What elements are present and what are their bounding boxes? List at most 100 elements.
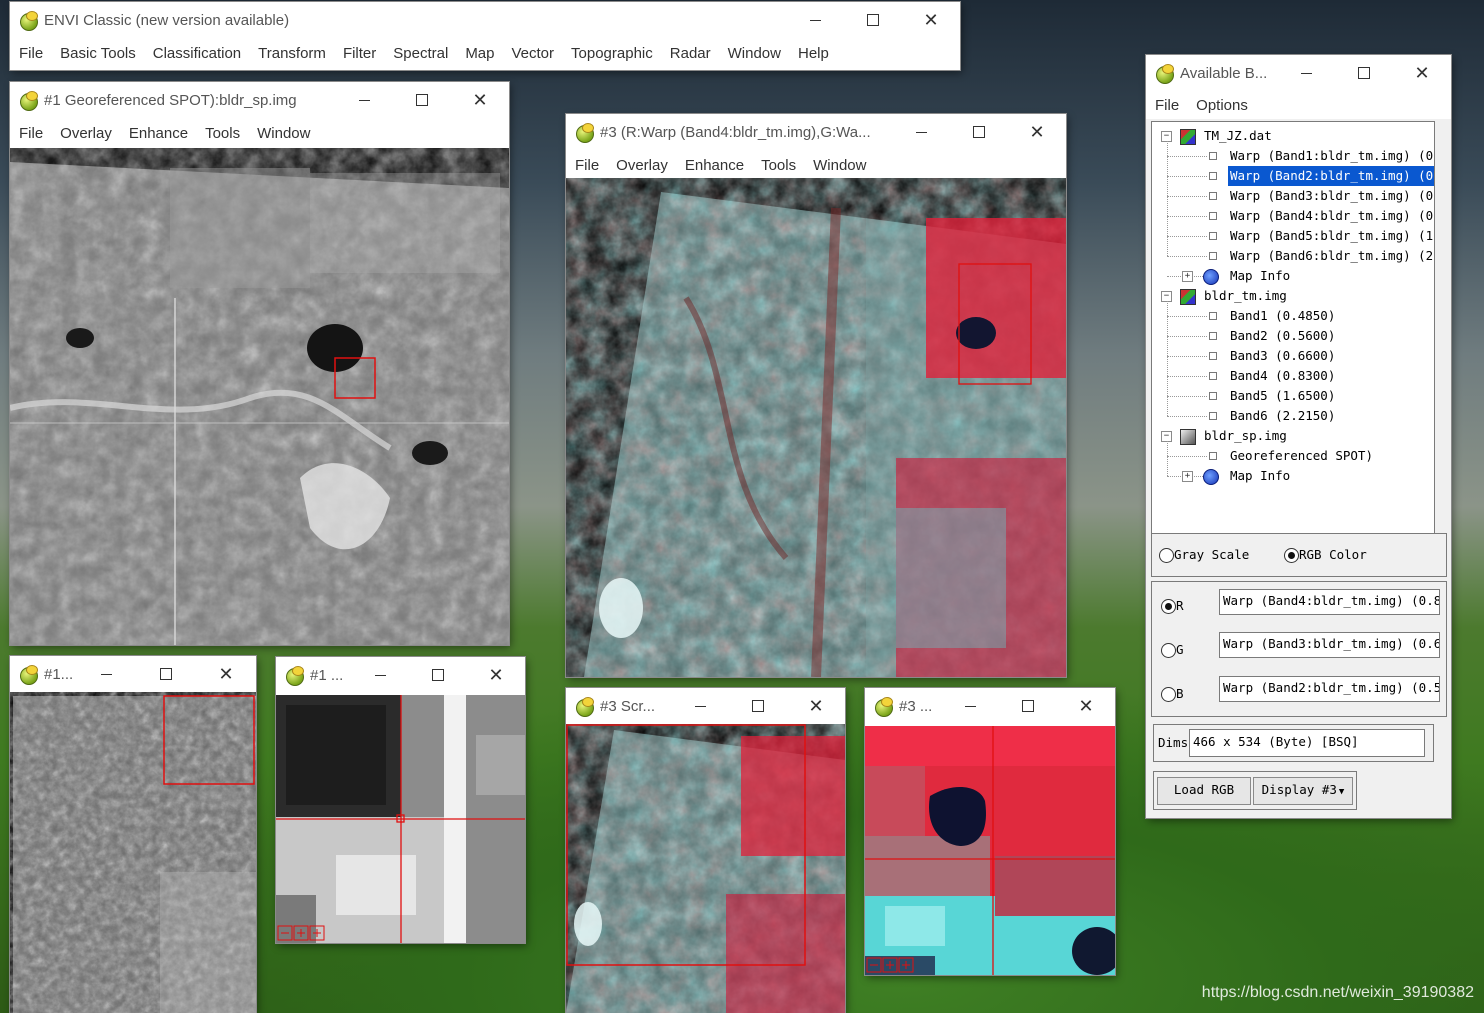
close-button[interactable]: ✕	[1393, 55, 1451, 91]
close-button[interactable]: ✕	[1008, 114, 1066, 150]
menu-overlay[interactable]: Overlay	[616, 157, 668, 174]
titlebar[interactable]: ENVI Classic (new version available) ✕	[10, 2, 960, 38]
maximize-button[interactable]	[1335, 55, 1393, 91]
zoom-viewport[interactable]	[865, 726, 1115, 975]
image-viewport[interactable]	[10, 148, 509, 645]
mode-group: Gray Scale RGB Color	[1151, 533, 1447, 577]
tree-band-item[interactable]: Band1 (0.4850)	[1152, 306, 1434, 326]
zoom-viewport[interactable]	[276, 695, 525, 943]
menu-enhance[interactable]: Enhance	[685, 157, 744, 174]
titlebar[interactable]: #1... ✕	[10, 656, 256, 692]
menu-window[interactable]: Window	[813, 157, 866, 174]
menu-window[interactable]: Window	[257, 125, 310, 142]
display1-image-window: #1 Georeferenced SPOT):bldr_sp.img ✕ Fil…	[10, 82, 509, 645]
tree-band-item[interactable]: Warp (Band4:bldr_tm.img) (0	[1152, 206, 1434, 226]
menu-tools[interactable]: Tools	[761, 157, 796, 174]
minimize-button[interactable]	[941, 688, 999, 724]
tree-band-item[interactable]: + Map Info	[1152, 466, 1434, 486]
menu-overlay[interactable]: Overlay	[60, 125, 112, 142]
band-tree[interactable]: ‹ › −TM_JZ.datWarp (Band1:bldr_tm.img) (…	[1151, 121, 1435, 567]
tree-band-item[interactable]: Band2 (0.5600)	[1152, 326, 1434, 346]
maximize-button[interactable]	[136, 656, 196, 692]
menu-options[interactable]: Options	[1196, 97, 1248, 114]
tree-node-label: TM_JZ.dat	[1204, 128, 1272, 143]
menu-transform[interactable]: Transform	[258, 45, 326, 62]
titlebar[interactable]: #1 ... ✕	[276, 657, 525, 693]
tree-band-item[interactable]: Georeferenced SPOT)	[1152, 446, 1434, 466]
minimize-button[interactable]	[76, 656, 136, 692]
close-button[interactable]: ✕	[902, 2, 960, 38]
tree-band-item[interactable]: Band5 (1.6500)	[1152, 386, 1434, 406]
load-rgb-button[interactable]: Load RGB	[1157, 777, 1251, 805]
menu-radar[interactable]: Radar	[670, 45, 711, 62]
menu-classification[interactable]: Classification	[153, 45, 241, 62]
expand-toggle-icon[interactable]: +	[1182, 471, 1193, 482]
r-radio[interactable]: R	[1161, 598, 1184, 614]
titlebar[interactable]: #1 Georeferenced SPOT):bldr_sp.img ✕	[10, 82, 509, 118]
menu-topographic[interactable]: Topographic	[571, 45, 653, 62]
close-button[interactable]: ✕	[1057, 688, 1115, 724]
maximize-button[interactable]	[409, 657, 467, 693]
maximize-button[interactable]	[393, 82, 451, 118]
menu-file[interactable]: File	[1155, 97, 1179, 114]
display-select-button[interactable]: Display #3 ▼	[1253, 777, 1353, 805]
titlebar[interactable]: #3 (R:Warp (Band4:bldr_tm.img),G:Wa... ✕	[566, 114, 1066, 150]
tree-band-item[interactable]: Warp (Band6:bldr_tm.img) (2	[1152, 246, 1434, 266]
window-title: #1...	[44, 665, 74, 683]
tree-band-item[interactable]: Warp (Band1:bldr_tm.img) (0	[1152, 146, 1434, 166]
titlebar[interactable]: #3 ... ✕	[865, 688, 1115, 724]
b-band-field[interactable]: Warp (Band2:bldr_tm.img) (0.5	[1219, 676, 1440, 702]
minimize-button[interactable]	[786, 2, 844, 38]
tree-band-item[interactable]: Band4 (0.8300)	[1152, 366, 1434, 386]
menu-vector[interactable]: Vector	[512, 45, 555, 62]
close-icon: ✕	[808, 696, 824, 716]
close-button[interactable]: ✕	[451, 82, 509, 118]
tree-band-item[interactable]: Warp (Band3:bldr_tm.img) (0	[1152, 186, 1434, 206]
r-band-field[interactable]: Warp (Band4:bldr_tm.img) (0.8	[1219, 589, 1440, 615]
expand-toggle-icon[interactable]: +	[1182, 271, 1193, 282]
tree-band-item[interactable]: Warp (Band2:bldr_tm.img) (0	[1152, 166, 1434, 186]
close-button[interactable]: ✕	[196, 656, 256, 692]
g-radio[interactable]: G	[1161, 642, 1184, 658]
menu-spectral[interactable]: Spectral	[393, 45, 448, 62]
close-button[interactable]: ✕	[467, 657, 525, 693]
tree-band-item[interactable]: Band3 (0.6600)	[1152, 346, 1434, 366]
titlebar[interactable]: #3 Scr... ✕	[566, 688, 845, 724]
menu-file[interactable]: File	[19, 45, 43, 62]
tree-band-item[interactable]: Warp (Band5:bldr_tm.img) (1	[1152, 226, 1434, 246]
menu-tools[interactable]: Tools	[205, 125, 240, 142]
menu-file[interactable]: File	[575, 157, 599, 174]
menu-help[interactable]: Help	[798, 45, 829, 62]
gray-scale-radio[interactable]: Gray Scale	[1159, 547, 1249, 563]
tree-band-item[interactable]: + Map Info	[1152, 266, 1434, 286]
maximize-icon	[752, 700, 764, 712]
tree-file-node[interactable]: − bldr_sp.img	[1152, 426, 1434, 446]
image-viewport[interactable]	[566, 178, 1066, 677]
minimize-button[interactable]	[892, 114, 950, 150]
maximize-button[interactable]	[999, 688, 1057, 724]
minimize-button[interactable]	[1277, 55, 1335, 91]
menu-file[interactable]: File	[19, 125, 43, 142]
tree-file-node[interactable]: − bldr_tm.img	[1152, 286, 1434, 306]
maximize-button[interactable]	[950, 114, 1008, 150]
minimize-button[interactable]	[351, 657, 409, 693]
menu-basic-tools[interactable]: Basic Tools	[60, 45, 136, 62]
menu-map[interactable]: Map	[465, 45, 494, 62]
g-band-field[interactable]: Warp (Band3:bldr_tm.img) (0.6	[1219, 632, 1440, 658]
close-button[interactable]: ✕	[787, 688, 845, 724]
scroll-viewport[interactable]	[566, 724, 845, 1013]
tree-file-node[interactable]: − TM_JZ.dat	[1152, 126, 1434, 146]
titlebar[interactable]: Available B... ✕	[1146, 55, 1451, 91]
menu-window[interactable]: Window	[728, 45, 781, 62]
rgb-color-radio[interactable]: RGB Color	[1284, 547, 1367, 563]
minimize-button[interactable]	[671, 688, 729, 724]
maximize-button[interactable]	[844, 2, 902, 38]
spot-grayscale-image	[10, 162, 509, 645]
tree-band-item[interactable]: Band6 (2.2150)	[1152, 406, 1434, 426]
menu-filter[interactable]: Filter	[343, 45, 376, 62]
minimize-button[interactable]	[335, 82, 393, 118]
maximize-button[interactable]	[729, 688, 787, 724]
scroll-viewport[interactable]	[10, 692, 256, 1013]
menu-enhance[interactable]: Enhance	[129, 125, 188, 142]
b-radio[interactable]: B	[1161, 686, 1184, 702]
